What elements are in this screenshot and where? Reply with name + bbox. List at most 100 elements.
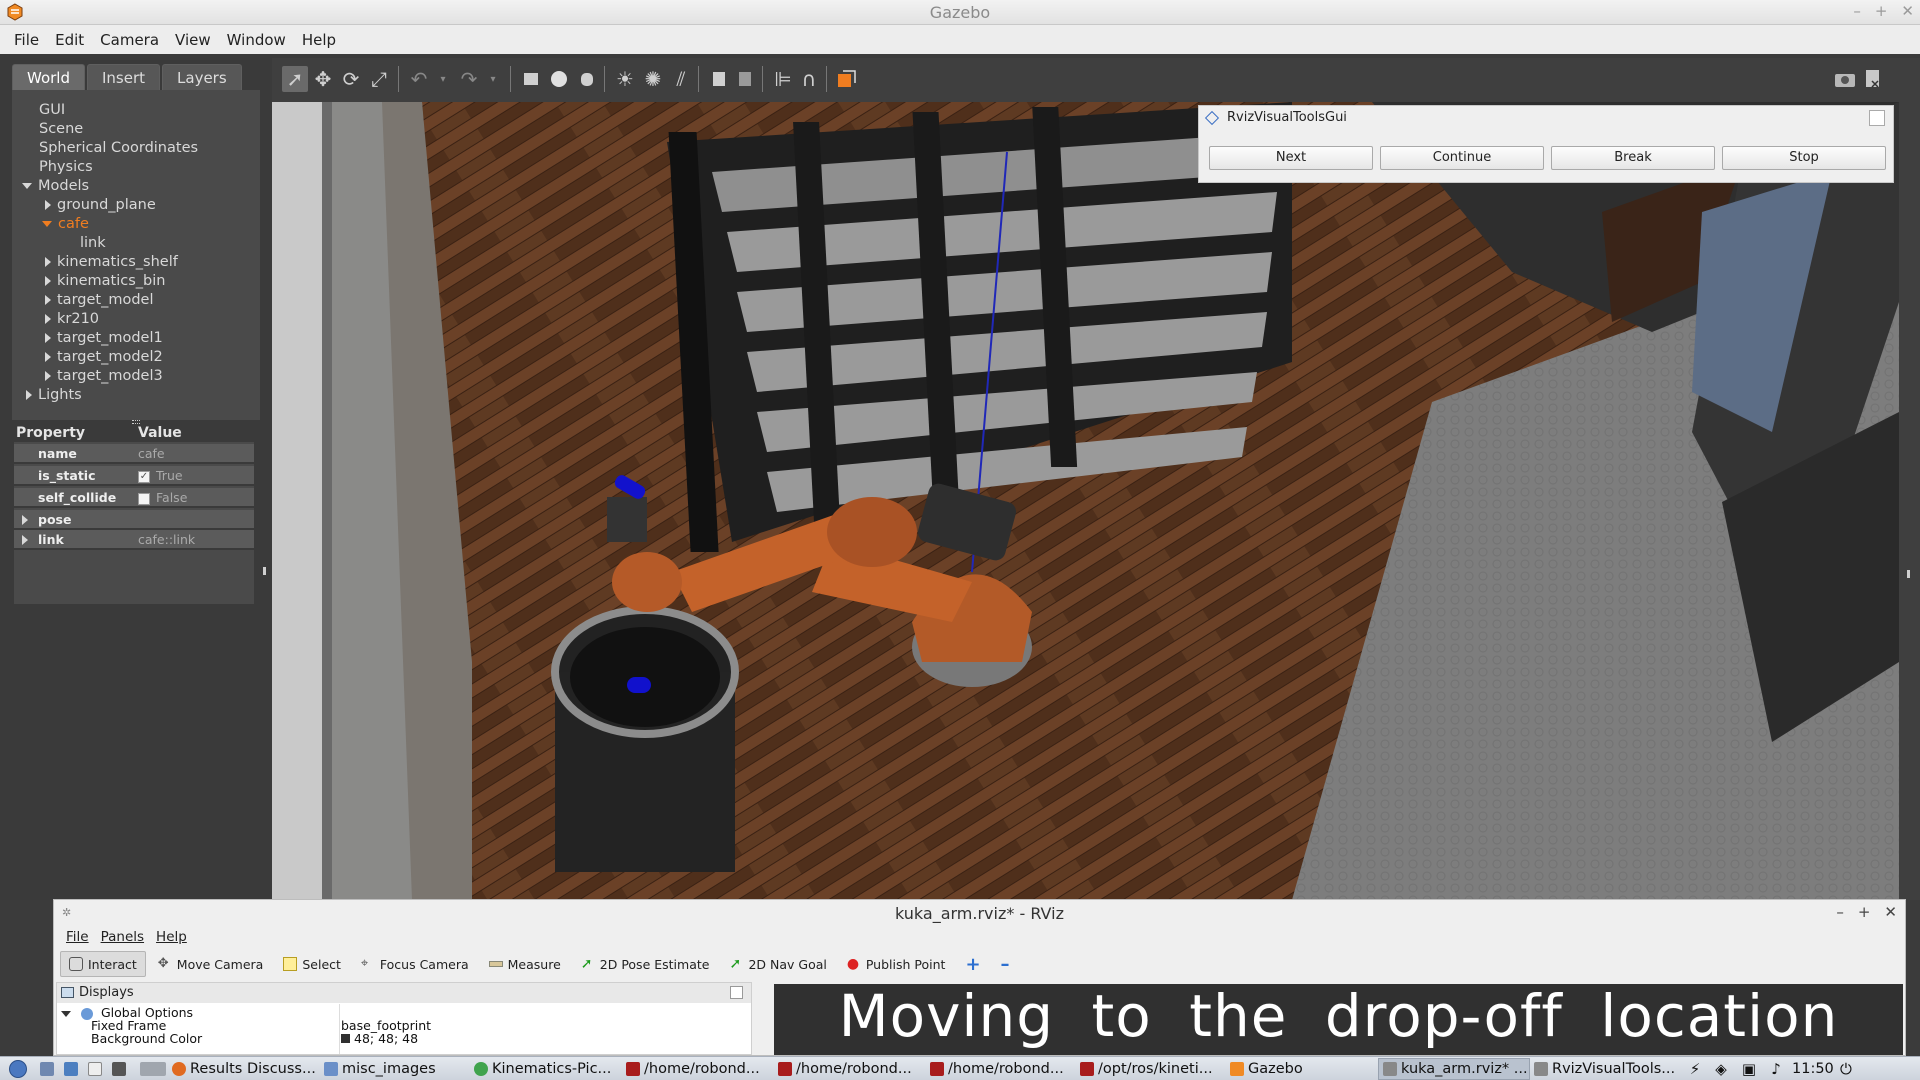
tab-layers[interactable]: Layers: [162, 64, 242, 90]
redo-icon[interactable]: ↷: [456, 66, 482, 92]
log-icon[interactable]: [1860, 66, 1886, 92]
checkbox-unchecked-icon[interactable]: [138, 492, 150, 505]
minimize-icon[interactable]: –: [1853, 2, 1861, 20]
tool-measure[interactable]: Measure: [481, 951, 569, 977]
prop-row-is-static[interactable]: is_static ✓ True: [14, 466, 254, 486]
scale-mode-icon[interactable]: ⤢: [366, 66, 392, 92]
align-icon[interactable]: ⊫: [770, 66, 796, 92]
undo-icon[interactable]: ↶: [406, 66, 432, 92]
expand-right-icon[interactable]: [45, 294, 51, 305]
prop-row-link[interactable]: link cafe::link: [14, 530, 254, 550]
translate-mode-icon[interactable]: ✥: [310, 66, 336, 92]
task-misc-images[interactable]: misc_images: [320, 1058, 470, 1080]
tree-item-link[interactable]: link: [80, 233, 106, 252]
spot-light-icon[interactable]: ✺: [640, 66, 666, 92]
rotate-mode-icon[interactable]: ⟳: [338, 66, 364, 92]
tree-item-kinematics-bin[interactable]: kinematics_bin: [45, 271, 165, 290]
task-gazebo[interactable]: Gazebo: [1226, 1058, 1378, 1080]
tool-2d-nav-goal[interactable]: ➚ 2D Nav Goal: [721, 951, 834, 977]
screenshot-icon[interactable]: [1832, 66, 1858, 92]
display-icon[interactable]: ▣: [1734, 1058, 1764, 1080]
point-light-icon[interactable]: ☀: [612, 66, 638, 92]
select-mode-icon[interactable]: ➚: [282, 66, 308, 92]
rviz-menu-panels[interactable]: Panels: [95, 929, 150, 945]
checkbox-checked-icon[interactable]: ✓: [138, 470, 150, 483]
expand-right-icon[interactable]: [45, 332, 51, 343]
background-color-value[interactable]: 48; 48; 48: [341, 1031, 418, 1046]
view-angle-icon[interactable]: [834, 66, 860, 92]
expand-right-icon[interactable]: [45, 199, 51, 210]
expand-right-icon[interactable]: [22, 515, 28, 525]
rvt-close-button[interactable]: [1869, 110, 1885, 126]
tree-item-kinematics-shelf[interactable]: kinematics_shelf: [45, 252, 178, 271]
task-rviz[interactable]: kuka_arm.rviz* ...: [1378, 1057, 1530, 1080]
prop-row-self-collide[interactable]: self_collide False: [14, 488, 254, 508]
tree-item-ground-plane[interactable]: ground_plane: [45, 195, 156, 214]
tree-item-kr210[interactable]: kr210: [45, 309, 99, 328]
task-terminal-1[interactable]: /home/robond...: [622, 1058, 774, 1080]
rviz-3d-view[interactable]: Moving to the drop-off location: [774, 984, 1903, 1055]
tree-item-physics[interactable]: Physics: [39, 157, 93, 176]
add-tool-button[interactable]: +: [957, 951, 988, 977]
tree-item-spherical[interactable]: Spherical Coordinates: [39, 138, 198, 157]
workspace-switcher[interactable]: [136, 1058, 168, 1080]
tool-move-camera[interactable]: ✥ Move Camera: [150, 951, 272, 977]
task-terminal-4[interactable]: /opt/ros/kineti...: [1076, 1058, 1226, 1080]
remove-tool-button[interactable]: –: [993, 951, 1018, 977]
paste-icon[interactable]: [732, 66, 758, 92]
rviz-menu-file[interactable]: File: [60, 929, 95, 945]
prop-row-name[interactable]: name cafe: [14, 444, 254, 464]
tool-publish-point[interactable]: ● Publish Point: [839, 951, 954, 977]
clock[interactable]: 11:50: [1788, 1058, 1836, 1080]
panel-collapse-handle[interactable]: [263, 567, 266, 575]
task-results-discuss[interactable]: Results Discuss...: [168, 1058, 320, 1080]
tree-item-gui[interactable]: GUI: [39, 100, 65, 119]
close-icon[interactable]: ✕: [1884, 903, 1897, 921]
menu-edit[interactable]: Edit: [47, 31, 92, 49]
displays-close-button[interactable]: [730, 986, 743, 999]
tool-2d-pose-estimate[interactable]: ➚ 2D Pose Estimate: [573, 951, 718, 977]
file-manager-launcher[interactable]: [60, 1058, 84, 1080]
tree-item-target-model3[interactable]: target_model3: [45, 366, 163, 385]
undo-dropdown-icon[interactable]: ▾: [430, 66, 456, 92]
task-terminal-2[interactable]: /home/robond...: [774, 1058, 926, 1080]
expand-right-icon[interactable]: [45, 275, 51, 286]
expand-right-icon[interactable]: [22, 535, 28, 545]
tab-insert[interactable]: Insert: [87, 64, 161, 90]
terminal-launcher[interactable]: [108, 1058, 136, 1080]
expand-right-icon[interactable]: [45, 351, 51, 362]
stop-button[interactable]: Stop: [1722, 146, 1886, 170]
task-rvt-gui[interactable]: RvizVisualTools...: [1530, 1058, 1682, 1080]
tree-item-cafe[interactable]: cafe: [42, 214, 89, 233]
minimize-icon[interactable]: –: [1836, 903, 1844, 921]
tree-item-target-model2[interactable]: target_model2: [45, 347, 163, 366]
break-button[interactable]: Break: [1551, 146, 1715, 170]
power-manager-icon[interactable]: ⚡: [1682, 1058, 1708, 1080]
menu-view[interactable]: View: [167, 31, 219, 49]
tree-item-models[interactable]: Models: [22, 176, 89, 195]
sphere-shape-icon[interactable]: [546, 66, 572, 92]
expand-down-icon[interactable]: [22, 182, 32, 189]
expand-right-icon[interactable]: [45, 313, 51, 324]
box-shape-icon[interactable]: [518, 66, 544, 92]
copy-icon[interactable]: [706, 66, 732, 92]
menu-window[interactable]: Window: [219, 31, 294, 49]
tree-item-scene[interactable]: Scene: [39, 119, 83, 138]
expand-right-icon[interactable]: [45, 370, 51, 381]
menu-help[interactable]: Help: [294, 31, 344, 49]
snap-icon[interactable]: ∩: [796, 66, 822, 92]
menu-file[interactable]: File: [6, 31, 47, 49]
cylinder-shape-icon[interactable]: [574, 66, 600, 92]
maximize-icon[interactable]: +: [1858, 903, 1871, 921]
network-icon[interactable]: ◈: [1708, 1058, 1734, 1080]
menu-camera[interactable]: Camera: [92, 31, 167, 49]
continue-button[interactable]: Continue: [1380, 146, 1544, 170]
show-desktop-button[interactable]: [36, 1058, 60, 1080]
panel-expand-handle[interactable]: [1907, 570, 1910, 578]
tree-item-target-model1[interactable]: target_model1: [45, 328, 163, 347]
scene-viewport[interactable]: [272, 102, 1899, 900]
expand-down-icon[interactable]: [61, 1010, 71, 1017]
volume-icon[interactable]: ♪: [1764, 1058, 1788, 1080]
maximize-icon[interactable]: +: [1875, 2, 1888, 20]
expand-right-icon[interactable]: [45, 256, 51, 267]
